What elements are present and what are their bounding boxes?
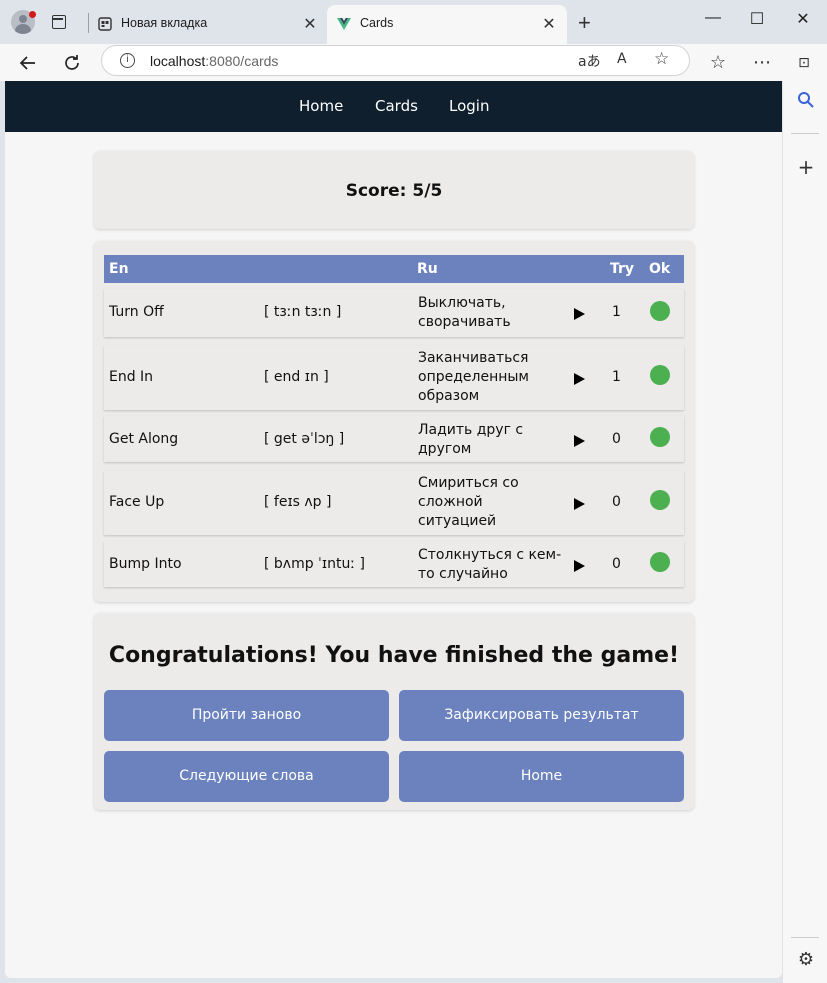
vue-logo-icon [337,18,351,30]
translate-icon[interactable]: aあ [578,51,601,71]
try-count: 1 [612,369,621,385]
score-label: Score: [345,181,407,201]
ok-status-indicator [650,301,670,321]
browser-sidebar: + ⚙ [782,81,827,983]
back-arrow-icon[interactable] [16,51,40,75]
play-audio-icon[interactable] [572,559,586,573]
word-en: Bump Into [109,556,182,572]
read-aloud-icon[interactable]: A [617,51,627,67]
search-icon[interactable] [795,91,817,114]
more-icon[interactable]: ⋯ [750,51,774,75]
retry-button[interactable]: Пройти заново [104,690,389,741]
word-transcription: [ get əˈlɔŋ ] [264,431,345,447]
nav-home[interactable]: Home [299,97,343,115]
plus-icon[interactable]: + [795,155,817,179]
try-count: 1 [612,304,621,320]
word-ru: Выключать, сворачивать [418,295,511,330]
tab-new-tab[interactable]: Новая вкладка ✕ [88,5,328,44]
word-en: End In [109,369,154,385]
try-count: 0 [612,556,621,572]
tab-title: Cards [360,16,394,30]
tab-actions-icon[interactable] [52,15,66,29]
split-screen-icon[interactable]: ⊡ [792,51,816,75]
address-bar[interactable]: i localhost:8080/cards aあ A ☆ [101,45,690,76]
save-result-button[interactable]: Зафиксировать результат [399,690,684,741]
browser-toolbar: i localhost:8080/cards aあ A ☆ ☆ ⋯ ⊡ [0,44,827,81]
play-audio-icon[interactable] [572,434,586,448]
word-ru: Ладить друг с другом [418,422,524,457]
next-words-button[interactable]: Следующие слова [104,751,389,802]
nav-cards[interactable]: Cards [375,97,418,115]
table-row: Face Up [ feɪs ʌp ] Смириться со сложной… [104,471,684,535]
score-text: Score: 5/5 [94,181,694,201]
sidebar-divider [791,937,819,938]
try-count: 0 [612,494,621,510]
words-table-card: En Ru Try Ok Turn Off [ tɜːn tɜːn ] Выкл… [94,241,694,602]
table-header: En Ru Try Ok [104,255,684,283]
page-viewport: Home Cards Login Score: 5/5 En Ru Try Ok … [5,81,782,978]
header-ru: Ru [417,261,438,277]
address-url: localhost:8080/cards [150,53,279,69]
reload-icon[interactable] [60,51,84,75]
maximize-button[interactable]: ☐ [734,9,780,29]
tab-title: Новая вкладка [121,16,208,30]
top-navbar: Home Cards Login [5,81,782,132]
word-en: Face Up [109,494,165,510]
table-row: Turn Off [ tɜːn tɜːn ] Выключать, сворач… [104,289,684,337]
game-finished-card: Congratulations! You have finished the g… [94,613,694,810]
header-en: En [109,261,129,277]
word-ru: Столкнуться с кем-то случайно [418,547,562,582]
tab-cards[interactable]: Cards ✕ [327,5,567,44]
word-transcription: [ tɜːn tɜːn ] [264,304,342,320]
ok-status-indicator [650,552,670,572]
score-value: 5/5 [412,181,443,201]
ok-status-indicator [650,490,670,510]
play-audio-icon[interactable] [572,372,586,386]
table-row: End In [ end ɪn ] Заканчиваться определе… [104,346,684,410]
sidebar-divider [791,133,819,134]
table-row: Get Along [ get əˈlɔŋ ] Ладить друг с др… [104,416,684,462]
ok-status-indicator [650,365,670,385]
word-ru: Смириться со сложной ситуацией [418,475,519,529]
nav-login[interactable]: Login [449,97,489,115]
word-en: Turn Off [109,304,164,320]
close-icon[interactable]: ✕ [541,14,557,34]
play-audio-icon[interactable] [572,307,586,321]
play-audio-icon[interactable] [572,497,586,511]
plus-icon[interactable]: + [578,10,591,36]
header-ok: Ok [649,261,671,277]
word-transcription: [ feɪs ʌp ] [264,494,332,510]
ok-status-indicator [650,427,670,447]
home-button[interactable]: Home [399,751,684,802]
gear-icon[interactable]: ⚙ [795,949,817,970]
close-icon[interactable]: ✕ [302,14,318,34]
header-try: Try [610,261,635,277]
notification-dot [29,11,36,18]
favorites-icon[interactable]: ☆ [706,51,730,75]
close-window-button[interactable]: ✕ [780,9,826,29]
try-count: 0 [612,431,621,447]
word-en: Get Along [109,431,179,447]
score-card: Score: 5/5 [94,151,694,229]
word-transcription: [ bʌmp ˈɪntuː ] [264,556,365,572]
word-ru: Заканчиваться определенным образом [418,350,529,404]
browser-tab-bar: Новая вкладка ✕ Cards ✕ + — ☐ ✕ [0,0,827,44]
new-tab-page-icon [98,17,112,31]
site-info-icon[interactable]: i [120,53,135,68]
minimize-button[interactable]: — [690,9,736,27]
table-row: Bump Into [ bʌmp ˈɪntuː ] Столкнуться с … [104,541,684,587]
congrats-message: Congratulations! You have finished the g… [108,643,680,668]
word-transcription: [ end ɪn ] [264,369,329,385]
star-icon[interactable]: ☆ [654,49,669,69]
